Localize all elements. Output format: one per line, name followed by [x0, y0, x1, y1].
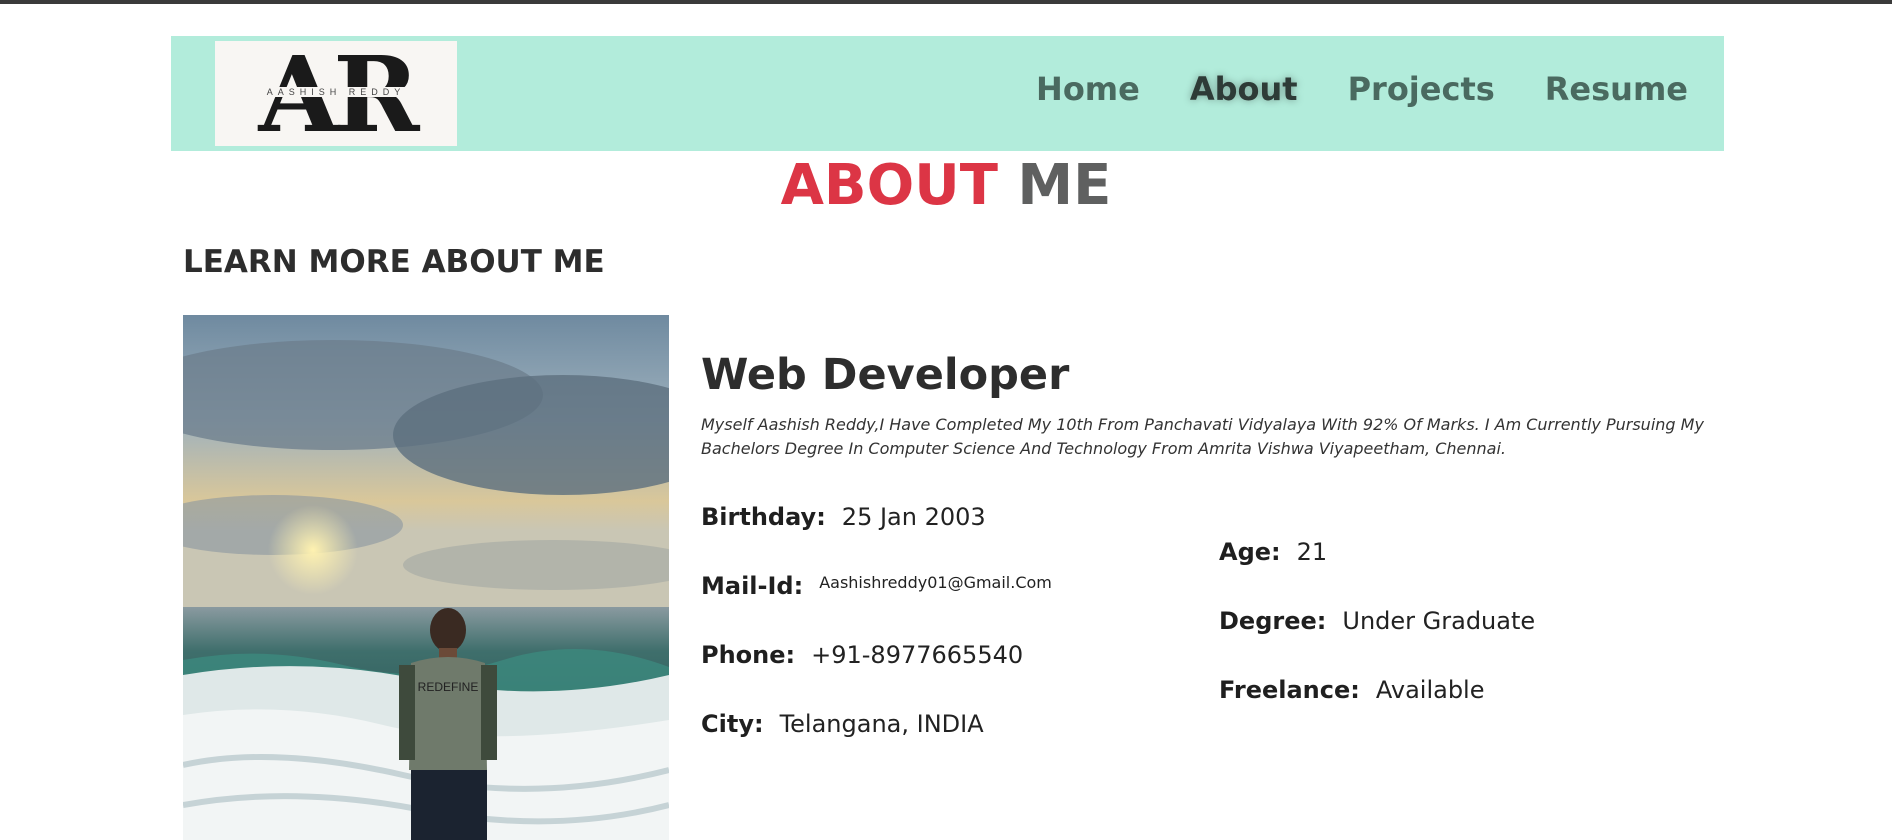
field-value: Aashishreddy01@Gmail.Com — [819, 573, 1052, 592]
field-label: City: — [701, 710, 764, 738]
section-subtitle: LEARN MORE ABOUT ME — [183, 244, 605, 280]
site-logo[interactable]: AR AASHISH REDDY — [215, 41, 457, 146]
field-age: Age: 21 — [1219, 538, 1327, 566]
nav-item-about[interactable]: About — [1190, 70, 1298, 108]
field-label: Age: — [1219, 538, 1281, 566]
field-label: Mail-Id: — [701, 572, 804, 600]
field-label: Birthday: — [701, 503, 826, 531]
field-value: 21 — [1296, 538, 1328, 566]
window-top-border — [0, 0, 1892, 4]
role-title: Web Developer — [701, 350, 1070, 400]
field-label: Degree: — [1219, 607, 1327, 635]
field-label: Phone: — [701, 641, 796, 669]
field-birthday: Birthday: 25 Jan 2003 — [701, 503, 986, 531]
field-city: City: Telangana, INDIA — [701, 710, 984, 738]
field-value: 25 Jan 2003 — [841, 503, 986, 531]
field-value: Available — [1375, 676, 1485, 704]
field-degree: Degree: Under Graduate — [1219, 607, 1535, 635]
field-mail: Mail-Id: Aashishreddy01@Gmail.Com — [701, 572, 1052, 600]
navbar: AR AASHISH REDDY Home About Projects Res… — [171, 36, 1724, 151]
logo-subtext: AASHISH REDDY — [264, 87, 408, 97]
field-value: +91-8977665540 — [811, 641, 1024, 669]
photo-shirt-text: REDEFINE — [418, 680, 479, 694]
nav-item-home[interactable]: Home — [1036, 70, 1140, 108]
profile-photo: REDEFINE — [183, 315, 669, 840]
page-title-rest: ME — [1017, 153, 1112, 218]
nav-item-resume[interactable]: Resume — [1545, 70, 1688, 108]
field-label: Freelance: — [1219, 676, 1360, 704]
page-title-accent: ABOUT — [780, 153, 998, 218]
nav-item-projects[interactable]: Projects — [1348, 70, 1495, 108]
bio-text: Myself Aashish Reddy,I Have Completed My… — [701, 415, 1704, 458]
field-value: Telangana, INDIA — [779, 710, 984, 738]
page-title: ABOUT ME — [0, 150, 1892, 222]
field-phone: Phone: +91-8977665540 — [701, 641, 1023, 669]
field-value: Under Graduate — [1342, 607, 1536, 635]
field-freelance: Freelance: Available — [1219, 676, 1485, 704]
nav-links: Home About Projects Resume — [1036, 70, 1688, 108]
